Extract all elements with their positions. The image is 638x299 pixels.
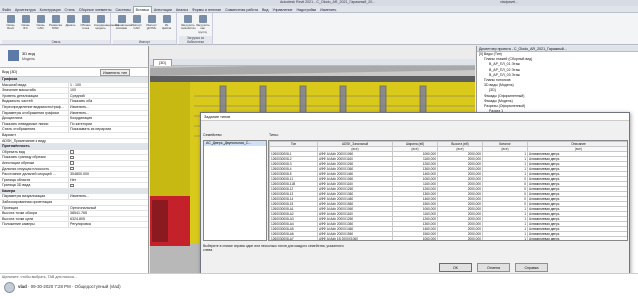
ribbon-button[interactable]: Координационная модель <box>94 15 119 35</box>
types-label: Типы: <box>269 133 279 137</box>
property-checkbox[interactable] <box>70 161 74 165</box>
ribbon-button-label: Связь CAD <box>36 23 45 31</box>
status-hint: Щелкните, чтобы выбрать, TAB для поиска.… <box>2 275 77 279</box>
properties-grid: Графика Масштаб вида 1 : 100 Значение масшт… <box>0 77 148 229</box>
table-cell: АФФ Al Adb 1B 2000X1060 <box>317 236 393 240</box>
ribbon-group: Загрузить семейство Загрузить как группу З… <box>179 13 213 45</box>
3d-view-icon <box>8 50 19 61</box>
ribbon-button-icon <box>81 15 90 23</box>
ribbon-button-label: Из файла <box>161 23 172 31</box>
ribbon-button-icon <box>132 15 141 23</box>
user-name[interactable]: vlad <box>18 284 27 289</box>
types-table[interactable]: Тип ADSK_Загальный Ширина (вб) Высота (вб) К… <box>268 140 628 241</box>
specify-types-dialog: Задание типов Семейство: Типы: АС_Дверь_… <box>200 112 630 280</box>
ribbon-button[interactable]: Загрузить как группу <box>196 15 210 35</box>
type-selector-header[interactable]: 3D вид Модель <box>0 46 148 68</box>
ribbon-group-label: Импорт <box>113 40 176 44</box>
properties-panel: 3D вид Модель Вид (3D) Изменить тип Граф… <box>0 46 149 273</box>
ribbon-tabs: Файл Архитектура Конструкция Стиль Сборные э… <box>0 6 638 14</box>
ribbon-button-icon <box>51 15 60 23</box>
ribbon-button[interactable]: Декаль <box>64 15 77 35</box>
property-name: Положение камеры <box>2 222 35 227</box>
property-checkbox[interactable] <box>70 155 74 160</box>
tab-3d-view[interactable]: {3D} <box>153 59 172 66</box>
ok-button[interactable]: OK <box>439 263 472 272</box>
view-tabs: {3D} <box>150 59 475 66</box>
help-button[interactable]: Справка <box>515 263 548 272</box>
ribbon-button-label: Связь IFC <box>21 23 30 31</box>
dialog-hint: Выберите в списке справа один или нескол… <box>203 244 344 253</box>
view-type-name: 3D вид <box>22 51 35 56</box>
instance-filter[interactable]: Вид (3D) <box>2 70 17 74</box>
ribbon-group: Управление связями Импорт CAD Импорт gbXML… <box>113 13 177 45</box>
ribbon-button[interactable]: Импорт CAD <box>130 15 143 35</box>
ribbon-button-label: Облако точек <box>80 23 91 31</box>
worksharing-status: Общедоступный (vlad) <box>74 284 121 289</box>
property-checkbox[interactable] <box>70 166 74 171</box>
property-checkbox[interactable] <box>70 150 74 154</box>
family-list[interactable]: АС_Дверь_Двупольная_С... <box>203 140 267 241</box>
ribbon-button-label: Загрузить как группу <box>196 23 210 34</box>
table-cell: 1060,000 <box>392 236 438 240</box>
instance-selector: Вид (3D) Изменить тип <box>0 68 148 77</box>
ribbon-group-label: Связь <box>2 40 110 44</box>
table-row[interactable]: 1260030008-A7 АФФ Al Adb 1B 2000X1060 1060… <box>269 236 627 240</box>
table-cell: Алюминиевая дверь <box>527 236 627 240</box>
user-account[interactable]: vladpavel... <box>500 0 518 4</box>
table-cell[interactable]: 1260030008-A7 <box>269 236 318 240</box>
ribbon-button[interactable]: Разметка DWF <box>49 15 62 35</box>
comment-date: 09-30-2020 7:28 PM <box>30 284 71 289</box>
ribbon-group-label: Загрузка из библиотеки <box>179 36 212 44</box>
ribbon-button-icon <box>147 15 156 23</box>
ribbon-button-label: Декаль <box>65 23 76 27</box>
family-label: Семейство: <box>203 133 223 137</box>
table-cell: 1 <box>482 236 528 240</box>
table-body: (все) (все) (все) (все) (все) 1260030008-1 АФФ… <box>269 146 627 240</box>
ribbon-button-icon <box>36 15 45 23</box>
window-title: Autodesk Revit 2021 - C_Olodo_AR_2021_Га… <box>280 0 376 4</box>
property-checkbox[interactable] <box>70 183 74 188</box>
comment-bar: Щелкните, чтобы выбрать, TAB для поиска.… <box>0 273 638 299</box>
edit-type-button[interactable]: Изменить тип <box>100 69 131 76</box>
ribbon-button[interactable]: Загрузить семейство <box>181 15 196 35</box>
ribbon-button-icon <box>117 15 126 23</box>
cancel-button[interactable]: Отмена <box>477 263 510 272</box>
ribbon-panel: Связь Revit Связь IFC Связь CAD Разметка DW… <box>0 13 638 45</box>
table-cell: 2000,000 <box>437 236 483 240</box>
dialog-title: Задание типов <box>201 113 629 121</box>
comment-meta: vlad · 09-30-2020 7:28 PM · Общедоступны… <box>18 284 121 289</box>
ribbon-button[interactable]: Облако точек <box>79 15 92 35</box>
ribbon-button[interactable]: Связь Revit <box>4 15 17 35</box>
ribbon-button-icon <box>198 15 207 23</box>
ribbon-button-icon <box>162 15 171 23</box>
ribbon-group: Связь Revit Связь IFC Связь CAD Разметка DW… <box>2 13 119 45</box>
property-row[interactable]: Положение камеры Регулировка <box>0 222 148 229</box>
ribbon-button-icon <box>21 15 30 23</box>
ribbon-button[interactable]: Управление связями <box>115 15 132 35</box>
ribbon-button-label: Загрузить семейство <box>181 23 196 31</box>
view-type-subname: Модель <box>22 57 35 61</box>
ribbon-button-label: Связь Revit <box>6 23 15 31</box>
ribbon-button-icon <box>6 15 15 23</box>
ribbon-button-label: Разметка DWF <box>49 23 62 31</box>
ribbon-button-label: Импорт gbXML <box>146 23 157 31</box>
ribbon-button[interactable]: Импорт gbXML <box>145 15 158 35</box>
ribbon-button[interactable]: Из файла <box>160 15 173 35</box>
ribbon-button-icon <box>66 15 75 23</box>
ribbon-button-label: Импорт CAD <box>131 23 142 31</box>
ribbon-button[interactable]: Связь CAD <box>34 15 47 35</box>
avatar[interactable] <box>4 282 15 293</box>
ribbon-button-icon <box>96 15 105 23</box>
family-item[interactable]: АС_Дверь_Двупольная_С... <box>204 141 266 146</box>
ribbon-button[interactable]: Связь IFC <box>19 15 32 35</box>
ribbon-button-icon <box>183 15 192 23</box>
property-value[interactable]: Регулировка <box>68 222 148 228</box>
